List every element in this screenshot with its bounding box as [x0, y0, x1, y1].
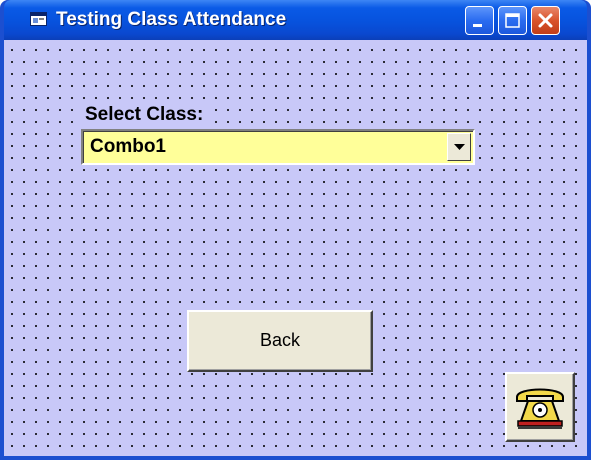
class-combo-box[interactable]: Combo1	[81, 129, 475, 165]
window-title: Testing Class Attendance	[56, 9, 287, 30]
app-window: Testing Class Attendance Select Class: C…	[0, 0, 591, 460]
phone-button[interactable]	[505, 372, 575, 442]
close-button[interactable]	[531, 6, 560, 35]
back-button[interactable]: Back	[187, 310, 373, 372]
app-icon	[30, 12, 47, 26]
maximize-button[interactable]	[498, 6, 527, 35]
telephone-icon	[516, 388, 564, 429]
class-combo-value: Combo1	[90, 136, 166, 157]
minimize-icon	[473, 24, 482, 27]
select-class-label: Select Class:	[82, 102, 207, 128]
chevron-down-icon	[454, 144, 465, 150]
close-icon	[538, 13, 553, 28]
maximize-icon	[505, 13, 520, 28]
form-client-area: Select Class: Combo1 Back	[4, 40, 587, 456]
combo-dropdown-button[interactable]	[447, 133, 471, 161]
title-bar[interactable]: Testing Class Attendance	[4, 0, 587, 40]
minimize-button[interactable]	[465, 6, 494, 35]
